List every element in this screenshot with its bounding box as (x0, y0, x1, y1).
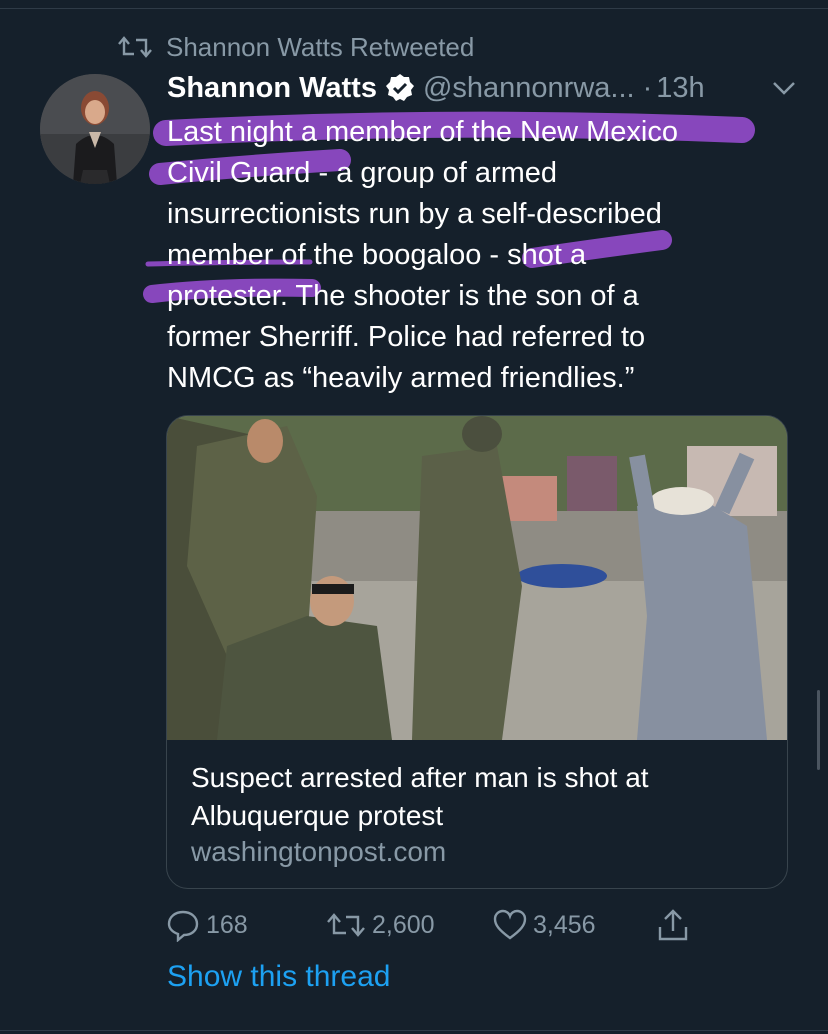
verified-badge-icon (385, 74, 414, 101)
link-card[interactable]: Suspect arrested after man is shot at Al… (166, 415, 788, 889)
scrollbar[interactable] (817, 690, 820, 770)
share-icon (658, 909, 688, 941)
author-handle[interactable]: @shannonrwa... (423, 72, 635, 105)
tweet-line: Last night a member of the New Mexico (167, 116, 678, 148)
like-count: 3,456 (533, 910, 596, 939)
author-name[interactable]: Shannon Watts (167, 72, 377, 105)
card-title-line: Albuquerque protest (191, 800, 444, 831)
card-title: Suspect arrested after man is shot at Al… (191, 759, 771, 835)
retweet-label: Shannon Watts Retweeted (166, 31, 475, 62)
like-button[interactable]: 3,456 (493, 903, 596, 947)
avatar[interactable] (40, 74, 150, 184)
tweet-line: Civil Guard - a group of armed (167, 157, 558, 189)
show-thread-link[interactable]: Show this thread (167, 960, 390, 994)
chevron-down-icon[interactable] (771, 78, 797, 98)
news-photo (167, 416, 787, 740)
reply-icon (167, 910, 199, 942)
tweet-text: Last night a member of the New Mexico Ci… (167, 112, 777, 399)
tweet-line: member of the boogaloo - shot a (167, 239, 587, 271)
tweet-line: protester. The shooter is the son of a (167, 280, 639, 312)
avatar-photo (40, 74, 150, 184)
action-bar: 168 2,600 3,456 (166, 903, 726, 947)
separator-dot: · (642, 71, 653, 104)
retweet-icon (327, 913, 365, 937)
tweet-line: NMCG as “heavily armed friendlies.” (167, 362, 635, 394)
retweet-context[interactable]: Shannon Watts Retweeted (118, 30, 474, 64)
retweet-button[interactable]: 2,600 (326, 903, 435, 947)
reply-button[interactable]: 168 (166, 903, 248, 947)
retweet-count: 2,600 (372, 910, 435, 939)
share-button[interactable] (656, 903, 696, 947)
retweet-icon (118, 36, 152, 58)
tweet-header: Shannon Watts @shannonrwa... · 13h (167, 68, 797, 108)
divider-bottom (0, 1030, 828, 1031)
card-title-line: Suspect arrested after man is shot at (191, 762, 649, 793)
tweet-line: former Sherriff. Police had referred to (167, 321, 646, 353)
tweet-time[interactable]: 13h (656, 72, 704, 105)
reply-count: 168 (206, 910, 248, 939)
card-domain: washingtonpost.com (191, 836, 447, 867)
divider-top (0, 8, 828, 9)
heart-icon (493, 909, 527, 940)
tweet-line: insurrectionists run by a self-described (167, 198, 662, 230)
